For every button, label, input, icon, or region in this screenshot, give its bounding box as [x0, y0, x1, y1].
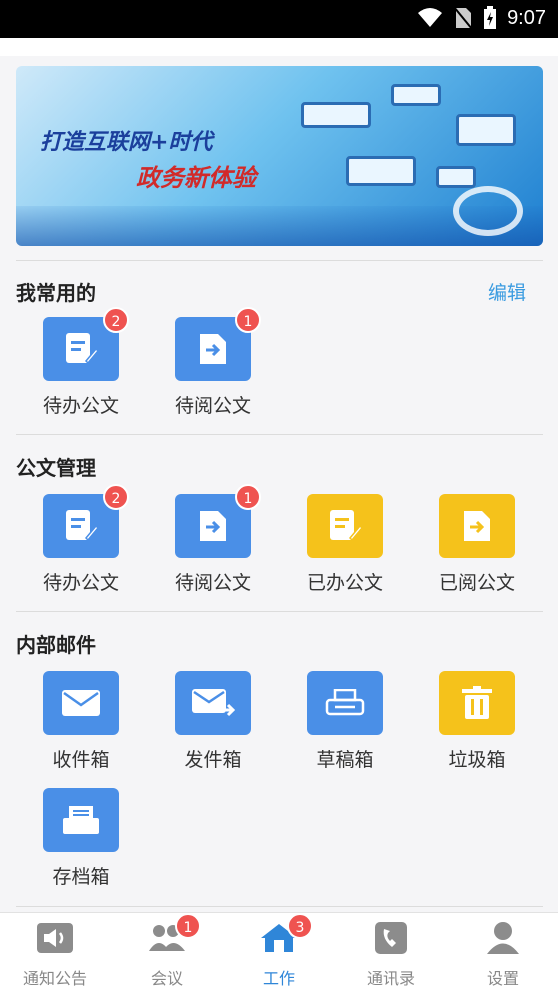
envelope-icon	[62, 690, 100, 716]
wifi-icon	[418, 8, 443, 27]
tile-label: 垃圾箱	[448, 749, 506, 771]
tab-work[interactable]: 3 工作	[224, 913, 334, 989]
tab-label: 通知公告	[22, 969, 87, 988]
tile-to-read-docs[interactable]: 1 待阅公文	[153, 484, 273, 595]
doc-management-title: 公文管理	[16, 456, 96, 480]
tab-label: 工作	[262, 969, 295, 988]
doc-forward-icon	[200, 511, 226, 541]
tile-handled-docs[interactable]: 已办公文	[285, 494, 405, 595]
bottom-tab-bar: 通知公告 1 会议 3 工作 通讯录 设置	[0, 912, 558, 992]
status-bar: 9:07	[0, 0, 558, 38]
send-mail-icon	[192, 689, 235, 717]
tile-label: 发件箱	[184, 749, 242, 771]
banner-slogan-line1: 打造互联网+时代	[40, 130, 213, 155]
tab-label: 会议	[150, 969, 183, 988]
divider	[16, 260, 543, 261]
status-time: 9:07	[507, 6, 546, 29]
tab-notices[interactable]: 通知公告	[0, 921, 110, 989]
ie-logo-icon	[453, 186, 523, 236]
tile-label: 已办公文	[306, 572, 383, 594]
banner[interactable]: 打造互联网+时代 政务新体验	[16, 66, 543, 246]
tile-label: 待办公文	[42, 572, 119, 594]
doc-forward-icon	[200, 334, 226, 364]
printer-icon	[325, 689, 365, 716]
divider	[16, 906, 543, 907]
tile-label: 待阅公文	[174, 395, 251, 417]
tile-outbox[interactable]: 发件箱	[153, 671, 273, 772]
badge: 2	[103, 307, 129, 333]
tile-label: 已阅公文	[438, 572, 515, 594]
trash-icon	[462, 686, 492, 719]
divider	[16, 611, 543, 612]
doc-edit-icon	[66, 510, 98, 542]
battery-charging-icon	[484, 6, 497, 29]
tile-label: 草稿箱	[316, 749, 374, 771]
favorites-title: 我常用的	[16, 281, 96, 305]
tile-read-docs[interactable]: 已阅公文	[417, 494, 537, 595]
badge: 1	[235, 484, 261, 510]
badge: 1	[175, 913, 201, 939]
banner-slogan-line2: 政务新体验	[136, 164, 256, 192]
tab-settings[interactable]: 设置	[448, 921, 558, 989]
page-title	[0, 38, 558, 56]
archive-icon	[63, 806, 99, 834]
tab-label: 设置	[486, 969, 519, 988]
tile-to-read-docs[interactable]: 1 待阅公文	[153, 307, 273, 418]
doc-edit-icon	[330, 510, 362, 542]
tile-inbox[interactable]: 收件箱	[21, 671, 141, 772]
tile-label: 收件箱	[52, 749, 110, 771]
tile-trash[interactable]: 垃圾箱	[417, 671, 537, 772]
badge: 3	[287, 913, 313, 939]
tab-contacts[interactable]: 通讯录	[336, 921, 446, 989]
tile-label: 存档箱	[52, 866, 110, 888]
tile-pending-docs[interactable]: 2 待办公文	[21, 307, 141, 418]
tab-label: 通讯录	[366, 969, 415, 988]
divider	[16, 434, 543, 435]
edit-button[interactable]: 编辑	[488, 278, 526, 305]
person-icon	[487, 922, 519, 954]
no-sim-icon	[453, 6, 473, 30]
tile-label: 待阅公文	[174, 572, 251, 594]
phone-icon	[375, 922, 407, 954]
tile-archive[interactable]: 存档箱	[21, 788, 141, 889]
doc-forward-icon	[464, 511, 490, 541]
speaker-icon	[37, 923, 73, 953]
badge: 1	[235, 307, 261, 333]
internal-mail-title: 内部邮件	[16, 633, 96, 657]
tile-pending-docs[interactable]: 2 待办公文	[21, 484, 141, 595]
tile-drafts[interactable]: 草稿箱	[285, 671, 405, 772]
tile-label: 待办公文	[42, 395, 119, 417]
badge: 2	[103, 484, 129, 510]
tab-meetings[interactable]: 1 会议	[112, 913, 222, 989]
doc-edit-icon	[66, 333, 98, 365]
